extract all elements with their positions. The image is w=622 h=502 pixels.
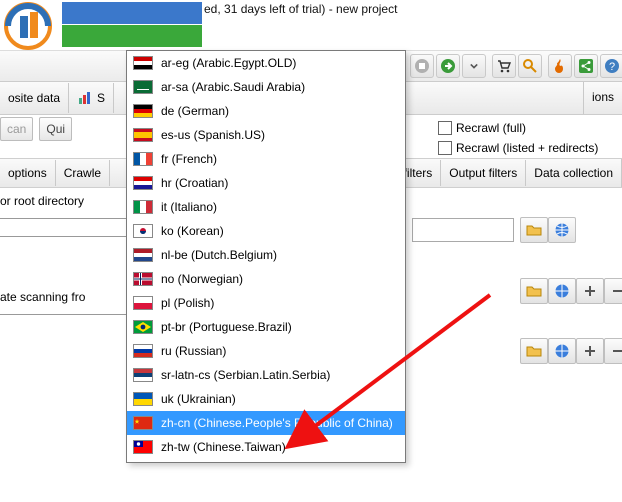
browse-folder-icon[interactable] [520, 278, 548, 304]
flag-icon [133, 224, 153, 238]
locale-option-label: ko (Korean) [161, 224, 224, 238]
recrawl-group: Recrawl (full) Recrawl (listed + redirec… [438, 118, 618, 158]
flag-icon [133, 368, 153, 382]
locale-option-label: de (German) [161, 104, 229, 118]
open-web-icon[interactable] [548, 278, 576, 304]
label-root-directory: or root directory [0, 194, 84, 208]
flag-icon [133, 152, 153, 166]
root-directory-input[interactable] [412, 218, 514, 242]
add-icon[interactable] [576, 278, 604, 304]
stop-button[interactable] [410, 54, 434, 78]
header-bar-blue [62, 2, 202, 24]
locale-option-zh-tw[interactable]: zh-tw (Chinese.Taiwan) [127, 435, 405, 459]
header-bar-green [62, 25, 202, 47]
locale-option-es-us[interactable]: es-us (Spanish.US) [127, 123, 405, 147]
locale-option-hr[interactable]: hr (Croatian) [127, 171, 405, 195]
divider [0, 236, 126, 237]
locale-option-pt-br[interactable]: pt-br (Portuguese.Brazil) [127, 315, 405, 339]
recrawl-listed-checkbox[interactable]: Recrawl (listed + redirects) [438, 138, 618, 158]
tab-data-collection[interactable]: Data collection [526, 160, 621, 186]
divider [0, 314, 126, 315]
locale-option-zh-cn[interactable]: zh-cn (Chinese.People's Republic of Chin… [127, 411, 405, 435]
flag-icon [133, 128, 153, 142]
locale-option-uk[interactable]: uk (Ukrainian) [127, 387, 405, 411]
locale-option-no[interactable]: no (Norwegian) [127, 267, 405, 291]
chart-icon [77, 90, 93, 106]
locale-option-label: ar-eg (Arabic.Egypt.OLD) [161, 56, 296, 70]
flag-icon [133, 320, 153, 334]
locale-option-label: pl (Polish) [161, 296, 214, 310]
locale-option-ar-sa[interactable]: ar-sa (Arabic.Saudi Arabia) [127, 75, 405, 99]
browse-folder-icon[interactable] [520, 338, 548, 364]
locale-option-label: zh-tw (Chinese.Taiwan) [161, 440, 286, 454]
browse-folder-icon[interactable] [520, 217, 548, 243]
locale-option-ar-eg[interactable]: ar-eg (Arabic.Egypt.OLD) [127, 51, 405, 75]
locale-option-it[interactable]: it (Italiano) [127, 195, 405, 219]
quick-button[interactable]: Qui [39, 117, 72, 141]
tab-options-suffix[interactable]: ions [584, 82, 622, 112]
locale-option-de[interactable]: de (German) [127, 99, 405, 123]
flame-icon[interactable] [548, 54, 572, 78]
locale-option-label: nl-be (Dutch.Belgium) [161, 248, 277, 262]
flag-icon [133, 272, 153, 286]
tab-crawler[interactable]: Crawle [56, 160, 110, 186]
locale-option-sr-latn-cs[interactable]: sr-latn-cs (Serbian.Latin.Serbia) [127, 363, 405, 387]
locale-option-label: sr-latn-cs (Serbian.Latin.Serbia) [161, 368, 330, 382]
tab-stats[interactable]: S [69, 83, 114, 113]
locale-option-nl-be[interactable]: nl-be (Dutch.Belgium) [127, 243, 405, 267]
locale-option-ko[interactable]: ko (Korean) [127, 219, 405, 243]
tab-website-data[interactable]: osite data [0, 83, 69, 113]
window-title: ed, 31 days left of trial) - new project [204, 2, 397, 22]
flag-icon [133, 56, 153, 70]
locale-option-label: hr (Croatian) [161, 176, 228, 190]
open-web-icon[interactable] [548, 217, 576, 243]
search-icon[interactable] [518, 54, 542, 78]
tab-output-filters[interactable]: Output filters [441, 160, 526, 186]
tab-scan-options[interactable]: options [0, 160, 56, 186]
scan-button[interactable]: can [0, 117, 33, 141]
cart-icon[interactable] [492, 54, 516, 78]
locale-option-label: pt-br (Portuguese.Brazil) [161, 320, 292, 334]
open-web-icon[interactable] [548, 338, 576, 364]
flag-icon [133, 80, 153, 94]
scan-button-row: can Qui [0, 116, 120, 142]
share-icon[interactable] [574, 54, 598, 78]
locale-option-ru[interactable]: ru (Russian) [127, 339, 405, 363]
locale-option-label: zh-cn (Chinese.People's Republic of Chin… [161, 416, 393, 430]
add-icon[interactable] [576, 338, 604, 364]
flag-icon [133, 104, 153, 118]
dropdown-toggle[interactable] [462, 54, 486, 78]
locale-dropdown[interactable]: ar-eg (Arabic.Egypt.OLD) ar-sa (Arabic.Sa… [126, 50, 406, 463]
locale-option-label: ar-sa (Arabic.Saudi Arabia) [161, 80, 305, 94]
flag-icon [133, 296, 153, 310]
app-logo [0, 2, 60, 50]
flag-icon [133, 344, 153, 358]
flag-icon [133, 176, 153, 190]
locale-option-pl[interactable]: pl (Polish) [127, 291, 405, 315]
recrawl-full-checkbox[interactable]: Recrawl (full) [438, 118, 618, 138]
flag-icon [133, 416, 153, 430]
remove-icon[interactable] [604, 278, 622, 304]
locale-option-label: es-us (Spanish.US) [161, 128, 265, 142]
flag-icon [133, 200, 153, 214]
remove-icon[interactable] [604, 338, 622, 364]
locale-option-label: fr (French) [161, 152, 217, 166]
svg-text:?: ? [609, 61, 615, 73]
flag-icon [133, 440, 153, 454]
flag-icon [133, 248, 153, 262]
locale-option-fr[interactable]: fr (French) [127, 147, 405, 171]
help-icon[interactable]: ? [600, 54, 622, 78]
locale-option-label: no (Norwegian) [161, 272, 243, 286]
locale-option-label: uk (Ukrainian) [161, 392, 236, 406]
label-scanning-from: ate scanning fro [0, 290, 85, 304]
divider [0, 218, 126, 219]
locale-option-label: ru (Russian) [161, 344, 226, 358]
locale-option-label: it (Italiano) [161, 200, 217, 214]
flag-icon [133, 392, 153, 406]
go-button[interactable] [436, 54, 460, 78]
